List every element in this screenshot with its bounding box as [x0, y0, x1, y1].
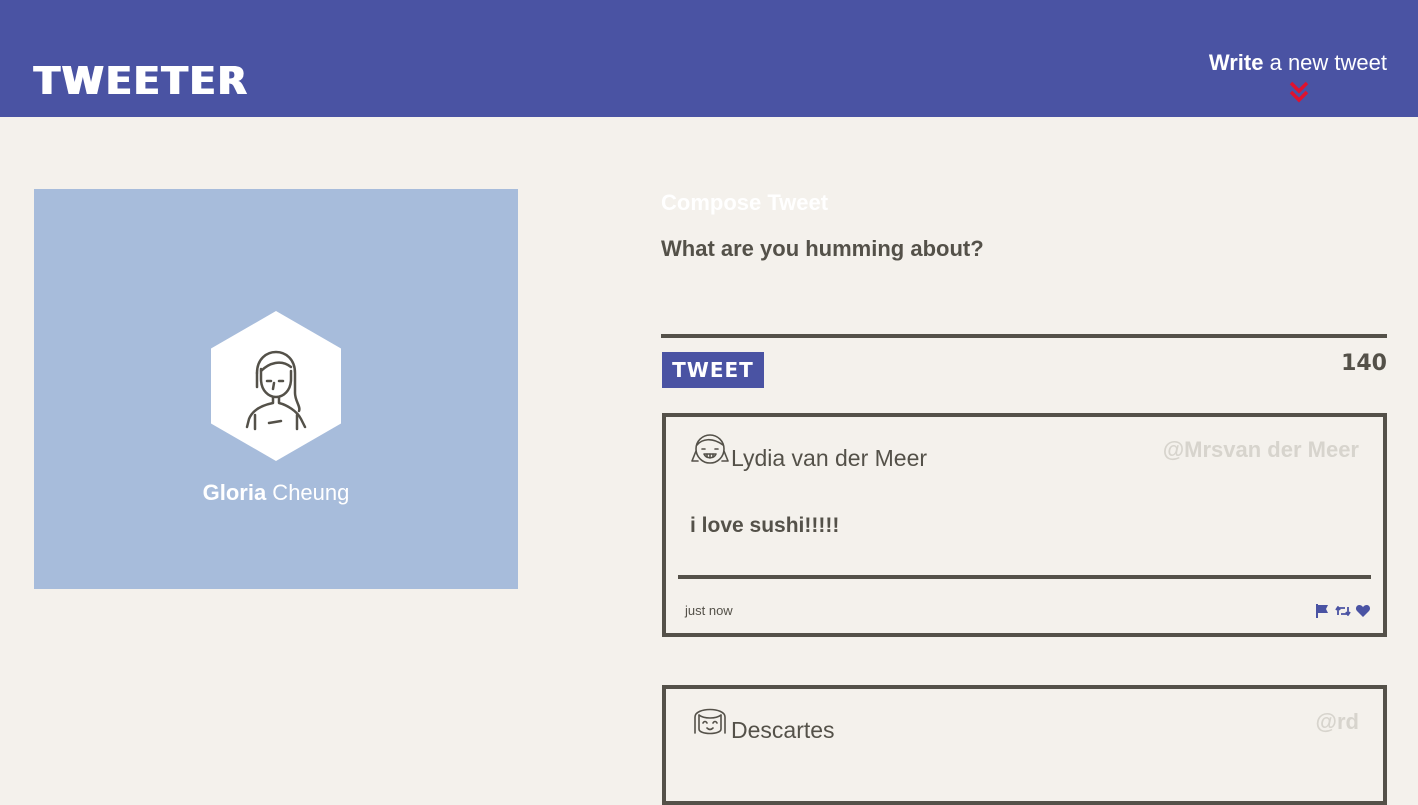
- tweet-submit-button[interactable]: TWEET: [662, 352, 764, 388]
- flag-icon[interactable]: [1315, 603, 1331, 619]
- profile-avatar: [211, 311, 341, 461]
- double-chevron-down-icon[interactable]: [1288, 80, 1310, 104]
- top-nav: TWEETER Write a new tweet: [0, 0, 1418, 117]
- compose-title: Compose Tweet: [661, 190, 829, 215]
- write-new-tweet-link[interactable]: Write a new tweet: [1209, 49, 1387, 77]
- tweet-body: i love sushi!!!!!: [690, 514, 840, 537]
- tweet-textarea[interactable]: [661, 234, 1387, 338]
- tweet-card: Lydia van der Meer @Mrsvan der Meer i lo…: [662, 413, 1387, 637]
- write-link-strong: Write: [1208, 50, 1264, 75]
- heart-icon[interactable]: [1355, 603, 1371, 619]
- tweet-author-handle: @Mrsvan der Meer: [1162, 437, 1359, 462]
- tweet-actions: [1315, 603, 1371, 619]
- tweet-author-name: Descartes: [731, 717, 835, 743]
- profile-last-name: Cheung: [266, 480, 350, 505]
- profile-name: Gloria Cheung: [34, 477, 518, 509]
- brand-logo[interactable]: TWEETER: [34, 58, 249, 104]
- user-avatar-icon: [691, 434, 729, 464]
- char-counter: 140: [1341, 351, 1387, 376]
- retweet-icon[interactable]: [1335, 603, 1351, 619]
- profile-card: Gloria Cheung: [34, 189, 518, 589]
- write-link-text: a new tweet: [1263, 50, 1387, 75]
- tweet-card: Descartes @rd: [662, 685, 1387, 805]
- profile-first-name: Gloria: [202, 480, 267, 505]
- tweet-author-handle: @rd: [1315, 709, 1359, 734]
- tweet-divider: [678, 575, 1371, 579]
- user-avatar-icon: [694, 708, 726, 735]
- tweet-timestamp: just now: [685, 603, 733, 618]
- tweet-author-name: Lydia van der Meer: [731, 445, 928, 471]
